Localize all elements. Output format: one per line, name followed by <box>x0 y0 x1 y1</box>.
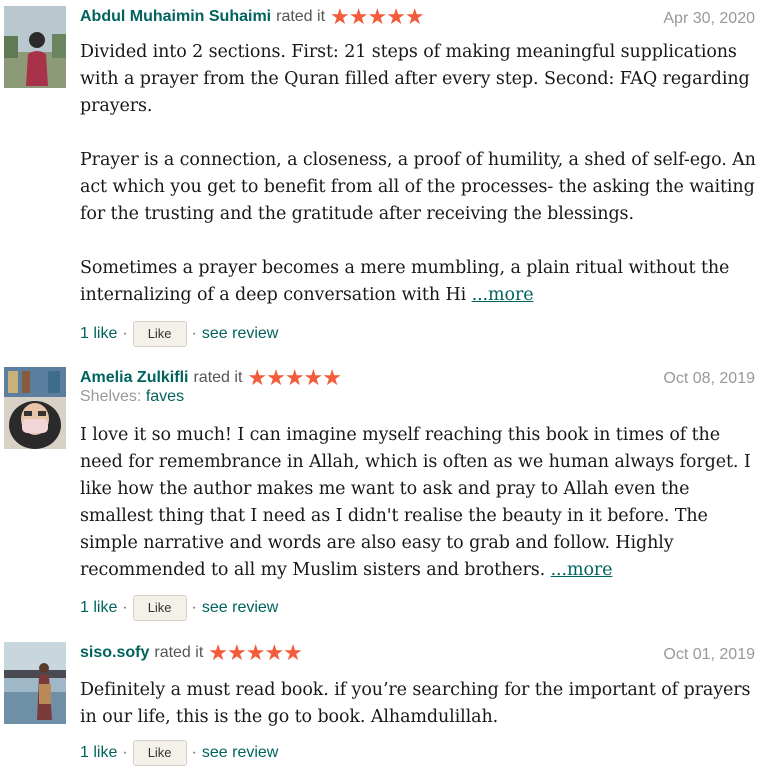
review-item: Amelia Zulkifli rated it ★★★★★ Oct 08, 2… <box>0 364 767 634</box>
avatar[interactable] <box>4 6 66 88</box>
review-paragraph-text: Sometimes a prayer becomes a mere mumbli… <box>80 258 730 305</box>
review-item: siso.sofy rated it ★★★★★ Oct 01, 2019 De… <box>0 639 767 773</box>
rated-text: rated it <box>154 644 204 661</box>
review-paragraph: Sometimes a prayer becomes a mere mumbli… <box>80 255 760 309</box>
review-item: Abdul Muhaimin Suhaimi rated it ★★★★★ Ap… <box>0 0 767 360</box>
reviewer-name[interactable]: siso.sofy <box>80 644 149 662</box>
see-review-link[interactable]: see review <box>202 325 278 343</box>
like-count[interactable]: 1 like <box>80 744 117 762</box>
review-paragraph: Divided into 2 sections. First: 21 steps… <box>80 42 750 116</box>
review-date[interactable]: Oct 08, 2019 <box>663 366 755 392</box>
review-header: siso.sofy rated it ★★★★★ <box>80 640 303 666</box>
review-text: I love it so much! I can imagine myself … <box>80 422 760 584</box>
review-paragraph: Definitely a must read book. if you’re s… <box>80 680 751 727</box>
star-rating: ★★★★★ <box>208 640 303 665</box>
review-text: Divided into 2 sections. First: 21 steps… <box>80 39 760 309</box>
review-paragraph: Prayer is a connection, a closeness, a p… <box>80 150 756 224</box>
user-photo-icon <box>4 367 66 449</box>
shelves-label: Shelves: <box>80 388 142 405</box>
like-button[interactable]: Like <box>132 595 187 621</box>
review-footer: 1 like · Like · see review <box>80 739 278 767</box>
star-rating: ★★★★★ <box>330 4 425 29</box>
separator: · <box>122 744 128 761</box>
shelf-link[interactable]: faves <box>146 388 184 405</box>
avatar[interactable] <box>4 642 66 724</box>
separator: · <box>122 599 128 616</box>
like-button[interactable]: Like <box>132 321 187 347</box>
review-text: Definitely a must read book. if you’re s… <box>80 677 760 731</box>
see-review-link[interactable]: see review <box>202 599 278 617</box>
review-date[interactable]: Oct 01, 2019 <box>663 642 755 668</box>
like-button[interactable]: Like <box>132 740 187 766</box>
review-date[interactable]: Apr 30, 2020 <box>663 6 755 32</box>
see-review-link[interactable]: see review <box>202 744 278 762</box>
separator: · <box>191 325 197 342</box>
separator: · <box>191 599 197 616</box>
more-link[interactable]: ...more <box>551 560 613 580</box>
reviewer-name[interactable]: Amelia Zulkifli <box>80 369 188 387</box>
review-footer: 1 like · Like · see review <box>80 594 278 622</box>
separator: · <box>191 744 197 761</box>
user-photo-icon <box>4 642 66 724</box>
review-paragraph-text: I love it so much! I can imagine myself … <box>80 425 751 580</box>
review-footer: 1 like · Like · see review <box>80 320 278 348</box>
like-count[interactable]: 1 like <box>80 599 117 617</box>
more-link[interactable]: ...more <box>472 285 534 305</box>
separator: · <box>122 325 128 342</box>
avatar[interactable] <box>4 367 66 449</box>
user-photo-icon <box>4 6 66 88</box>
star-rating: ★★★★★ <box>247 365 342 390</box>
review-header: Abdul Muhaimin Suhaimi rated it ★★★★★ <box>80 4 425 30</box>
rated-text: rated it <box>276 8 326 25</box>
review-paragraph: I love it so much! I can imagine myself … <box>80 422 760 584</box>
shelves-line: Shelves: faves <box>80 388 184 406</box>
like-count[interactable]: 1 like <box>80 325 117 343</box>
reviewer-name[interactable]: Abdul Muhaimin Suhaimi <box>80 8 271 26</box>
rated-text: rated it <box>193 369 243 386</box>
